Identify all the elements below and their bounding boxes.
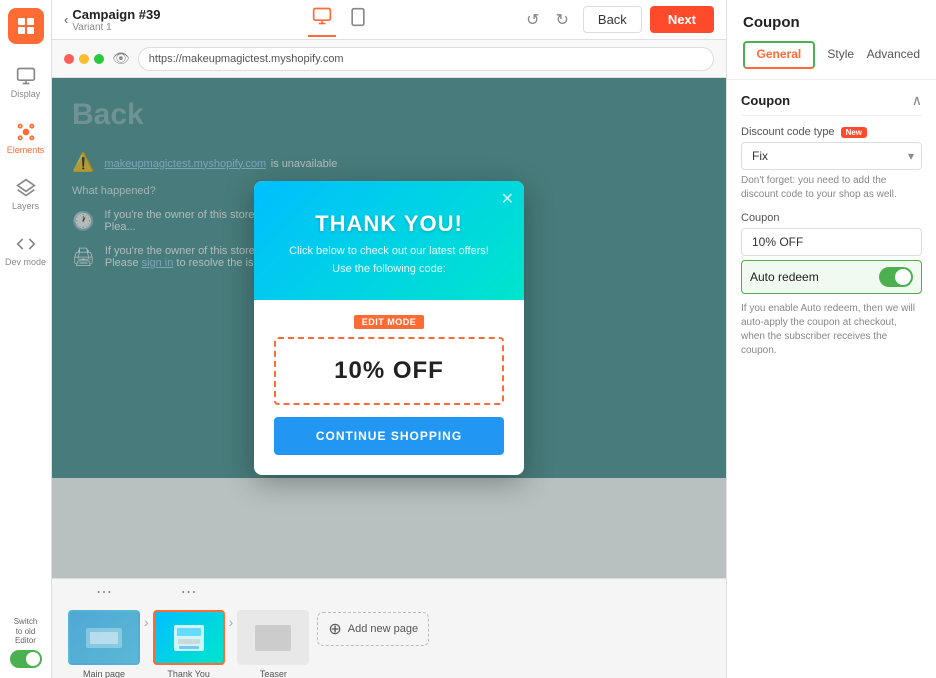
main-area: ‹ Campaign #39 Variant 1	[52, 0, 726, 678]
browser-dots	[64, 54, 104, 64]
browser-bar: 👁 https://makeupmagictest.myshopify.com	[52, 40, 726, 78]
device-switcher	[169, 2, 513, 37]
continue-shopping-button[interactable]: CONTINUE SHOPPING	[274, 417, 504, 455]
url-text: https://makeupmagictest.myshopify.com	[149, 53, 344, 65]
dot-green	[94, 54, 104, 64]
sidebar-item-devmode-label: Dev mode	[5, 257, 46, 267]
eye-icon: 👁	[112, 50, 130, 67]
plus-icon: ⊕	[328, 619, 341, 639]
coupon-section-title: Coupon	[741, 93, 790, 108]
top-bar: ‹ Campaign #39 Variant 1	[52, 0, 726, 40]
sidebar-item-elements-label: Elements	[7, 145, 45, 155]
thumbnail-main-page[interactable]: ⋯ Main page	[68, 578, 140, 678]
add-new-page-button[interactable]: ⊕ Add new page	[317, 612, 429, 646]
tab-advanced[interactable]: Advanced	[867, 41, 920, 69]
switch-to-old-editor-label: Switch to old Editor	[14, 617, 38, 646]
sidebar-bottom: Switch to old Editor	[0, 617, 51, 678]
next-button[interactable]: Next	[650, 6, 714, 33]
popup-close-button[interactable]: ✕	[501, 189, 514, 209]
coupon-input[interactable]	[741, 228, 922, 256]
coupon-input-label: Coupon	[741, 212, 922, 224]
panel-title: Coupon	[743, 14, 920, 31]
thumbnail-thank-you-label: Thank You	[167, 669, 210, 678]
page-arrow-2: ›	[229, 614, 234, 644]
dot-red	[64, 54, 74, 64]
undo-button[interactable]: ↺	[520, 8, 545, 32]
auto-redeem-note: If you enable Auto redeem, then we will …	[741, 302, 922, 358]
undo-redo-group: ↺ ↻	[520, 8, 575, 32]
panel-tabs: General Style Advanced	[743, 41, 920, 69]
discount-type-select[interactable]: Fix	[741, 142, 922, 170]
campaign-title: Campaign #39	[72, 7, 160, 22]
old-editor-toggle[interactable]	[10, 650, 42, 668]
edit-mode-badge: EDIT MODE	[354, 315, 425, 329]
sidebar-item-layers-label: Layers	[12, 201, 39, 211]
popup-instruction: Use the following code:	[274, 263, 504, 275]
back-to-campaigns[interactable]: ‹ Campaign #39 Variant 1	[64, 7, 161, 33]
back-button[interactable]: Back	[583, 6, 642, 33]
popup-header: ✕ THANK YOU! Click below to check out ou…	[254, 181, 524, 300]
redo-button[interactable]: ↻	[550, 8, 575, 32]
app-logo[interactable]	[8, 8, 44, 44]
tab-general[interactable]: General	[743, 41, 815, 69]
tab-style[interactable]: Style	[815, 41, 867, 69]
auto-redeem-row: Auto redeem	[741, 260, 922, 294]
auto-redeem-label: Auto redeem	[750, 270, 819, 284]
popup-subtitle: Click below to check out our latest offe…	[274, 245, 504, 257]
mobile-device-icon[interactable]	[344, 3, 372, 36]
discount-type-label: Discount code type New	[741, 126, 922, 138]
panel-content: Coupon ∧ Discount code type New Fix Don'…	[727, 80, 936, 678]
discount-type-note: Don't forget: you need to add the discou…	[741, 174, 922, 202]
thumbnail-main-page-label: Main page	[83, 669, 125, 678]
thank-you-popup: ✕ THANK YOU! Click below to check out ou…	[254, 181, 524, 475]
left-sidebar: Display Elements Layers Dev mode Switch …	[0, 0, 52, 678]
coupon-section-collapse[interactable]: ∧	[912, 92, 922, 109]
panel-header: Coupon General Style Advanced	[727, 0, 936, 80]
coupon-code-text: 10% OFF	[294, 357, 484, 385]
discount-type-select-wrapper: Fix	[741, 142, 922, 170]
campaign-subtitle: Variant 1	[72, 22, 160, 33]
coupon-section-header: Coupon ∧	[741, 92, 922, 116]
page-arrow-1: ›	[144, 614, 149, 644]
desktop-device-icon[interactable]	[308, 2, 336, 37]
sidebar-item-devmode[interactable]: Dev mode	[4, 224, 48, 276]
sidebar-item-layers[interactable]: Layers	[4, 168, 48, 220]
url-bar[interactable]: https://makeupmagictest.myshopify.com	[138, 47, 714, 71]
right-panel: Coupon General Style Advanced Coupon ∧ D…	[726, 0, 936, 678]
sidebar-item-display-label: Display	[11, 89, 41, 99]
top-actions: ↺ ↻ Back Next	[520, 6, 714, 33]
new-badge: New	[841, 127, 867, 138]
popup-overlay: ✕ THANK YOU! Click below to check out ou…	[52, 78, 726, 578]
thumbnail-teaser-label: Teaser	[260, 669, 287, 678]
coupon-code-box[interactable]: 10% OFF	[274, 337, 504, 405]
thumbnail-thank-you[interactable]: ⋯ Thank You	[153, 578, 225, 678]
sidebar-item-elements[interactable]: Elements	[4, 112, 48, 164]
auto-redeem-toggle[interactable]	[879, 267, 913, 287]
thumbnail-teaser[interactable]: Teaser	[237, 578, 309, 678]
browser-preview: 👁 https://makeupmagictest.myshopify.com …	[52, 40, 726, 578]
page-thumbnails: ⋯ Main page › ⋯ Thank You	[52, 578, 726, 678]
add-page-label: Add new page	[348, 623, 418, 635]
dot-yellow	[79, 54, 89, 64]
sidebar-item-display[interactable]: Display	[4, 56, 48, 108]
popup-title: THANK YOU!	[274, 211, 504, 237]
popup-body: EDIT MODE 10% OFF CONTINUE SHOPPING	[254, 300, 524, 475]
back-arrow-icon: ‹	[64, 12, 68, 27]
